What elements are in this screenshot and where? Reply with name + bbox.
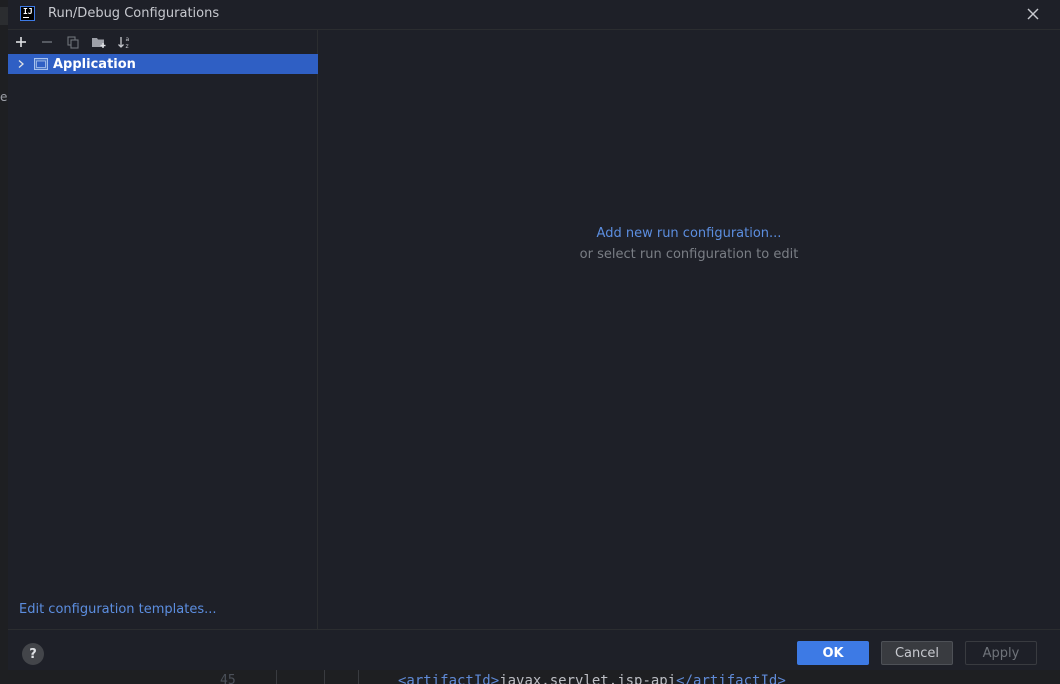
tree-item-label: Application	[53, 56, 136, 72]
svg-text:z: z	[126, 43, 129, 50]
svg-text:a: a	[126, 36, 130, 43]
dialog-title: Run/Debug Configurations	[48, 6, 220, 21]
new-folder-icon	[92, 38, 106, 48]
background-tab	[0, 7, 8, 25]
add-configuration-button[interactable]	[11, 32, 31, 52]
line-number: 45	[220, 673, 236, 684]
dialog-titlebar: IJ Run/Debug Configurations	[8, 0, 1060, 30]
copy-icon	[67, 36, 79, 49]
code-line: <artifactId>javax.servlet.jsp-api</artif…	[398, 673, 786, 684]
indent-guide	[324, 670, 325, 684]
edit-configuration-templates-link[interactable]: Edit configuration templates...	[19, 602, 217, 617]
sort-alphabetically-icon: a z	[118, 36, 130, 50]
indent-guide	[358, 670, 359, 684]
remove-configuration-button[interactable]	[37, 32, 57, 52]
intellij-app-icon: IJ	[20, 6, 35, 21]
copy-configuration-button[interactable]	[63, 32, 83, 52]
sort-alphabetically-button[interactable]: a z	[115, 32, 135, 52]
background-editor: 45 <artifactId>javax.servlet.jsp-api</ar…	[214, 670, 1060, 684]
close-button[interactable]	[1024, 5, 1042, 23]
dialog-button-bar: ? OK Cancel Apply	[8, 629, 1060, 670]
configuration-detail-panel: Add new run configuration... or select r…	[318, 30, 1060, 629]
help-button[interactable]: ?	[22, 643, 44, 665]
run-debug-configurations-dialog: IJ Run/Debug Configurations a z Applicat…	[8, 0, 1060, 670]
background-ide-glyph: e	[0, 90, 8, 104]
apply-button[interactable]: Apply	[965, 641, 1037, 665]
application-icon	[34, 58, 48, 70]
remove-icon	[42, 41, 52, 43]
configurations-tree-panel: a z Application Edit configuration templ…	[8, 30, 318, 629]
code-close-tag: </artifactId>	[676, 673, 786, 684]
add-icon	[16, 37, 26, 47]
tree-toolbar: a z	[8, 30, 318, 54]
code-open-tag: <artifactId>	[398, 673, 500, 684]
add-new-run-configuration-link[interactable]: Add new run configuration...	[318, 226, 1060, 241]
select-configuration-hint: or select run configuration to edit	[579, 247, 799, 262]
code-text: javax.servlet.jsp-api	[499, 673, 677, 684]
chevron-right-icon[interactable]	[14, 57, 28, 71]
new-folder-button[interactable]	[89, 32, 109, 52]
close-icon	[1027, 8, 1039, 20]
indent-guide	[276, 670, 277, 684]
background-ide-strip: e	[0, 0, 8, 684]
ok-button[interactable]: OK	[797, 641, 869, 665]
tree-item-application[interactable]: Application	[8, 54, 318, 74]
cancel-button[interactable]: Cancel	[881, 641, 953, 665]
